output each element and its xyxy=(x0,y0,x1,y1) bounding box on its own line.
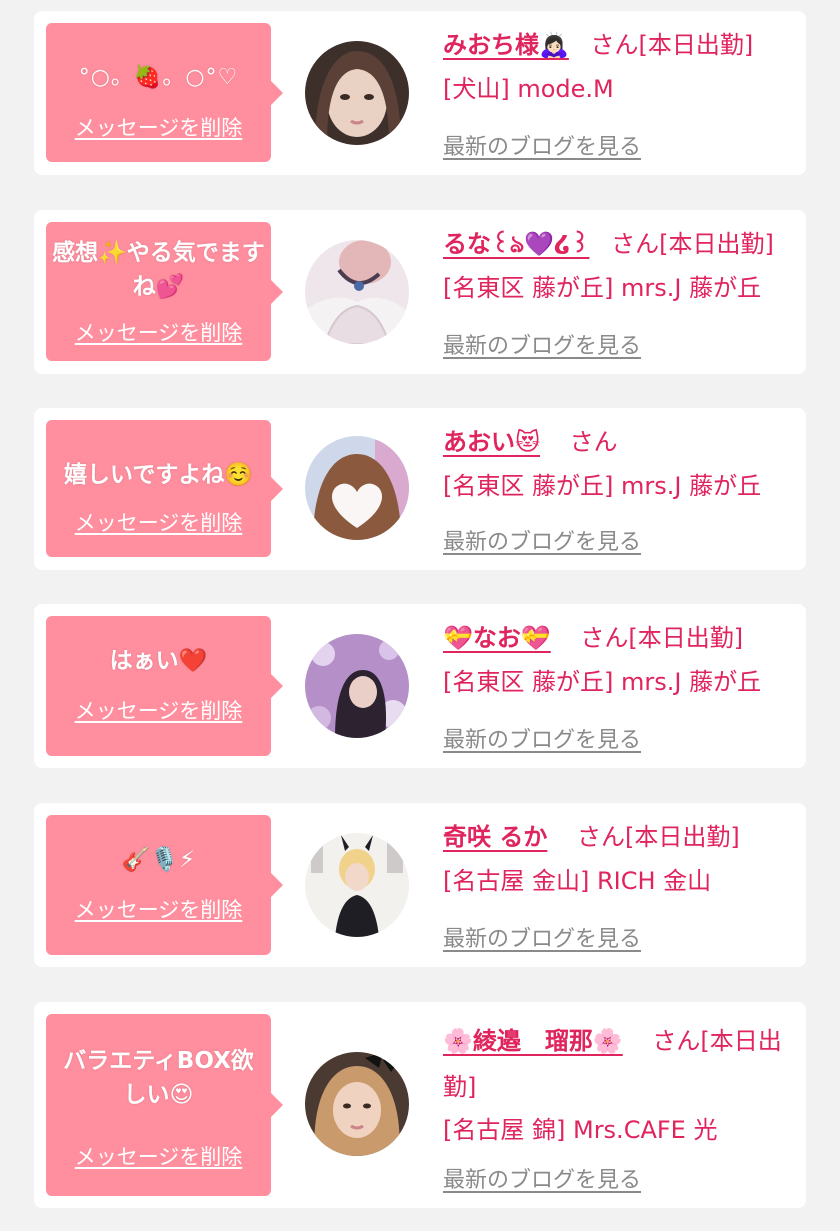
avatar[interactable] xyxy=(305,833,409,937)
delete-message-link[interactable]: メッセージを削除 xyxy=(46,1144,271,1170)
message-card: はぁい❤️ メッセージを削除 💝なお💝 さん[本日出勤] [名東区 藤が丘] m… xyxy=(34,604,806,768)
avatar[interactable] xyxy=(305,1052,409,1156)
latest-blog-link[interactable]: 最新のブログを見る xyxy=(443,1162,641,1194)
message-bubble: 嬉しいですよね☺️ メッセージを削除 xyxy=(46,420,283,557)
message-text: はぁい❤️ xyxy=(109,648,208,674)
girl-name-link[interactable]: 奇咲 るか xyxy=(443,823,547,851)
name-line: るな꒰ঌ💜໒꒱ さん[本日出勤] xyxy=(443,226,798,262)
delete-message-link[interactable]: メッセージを削除 xyxy=(46,510,271,536)
avatar[interactable] xyxy=(305,436,409,540)
message-card: 感想✨やる気でますね💕 メッセージを削除 るな꒰ঌ💜໒꒱ さん[本日出勤] [名… xyxy=(34,210,806,374)
avatar[interactable] xyxy=(305,240,409,344)
avatar[interactable] xyxy=(305,41,409,145)
shop-name: [名東区 藤が丘] mrs.J 藤が丘 xyxy=(443,668,762,696)
latest-blog-link[interactable]: 最新のブログを見る xyxy=(443,722,641,754)
latest-blog-link[interactable]: 最新のブログを見る xyxy=(443,921,641,953)
message-text: °○。🍓。○°♡ xyxy=(78,65,239,90)
message-card: 嬉しいですよね☺️ メッセージを削除 あおい😻 さん [名東区 藤が丘] mrs… xyxy=(34,408,806,570)
name-line: 🌸綾邉 瑠那🌸 さん[本日出勤] xyxy=(443,1018,798,1110)
delete-message-link[interactable]: メッセージを削除 xyxy=(46,897,271,923)
work-status: さん xyxy=(569,428,618,456)
girl-name-link[interactable]: 💝なお💝 xyxy=(443,624,551,652)
name-line: 💝なお💝 さん[本日出勤] xyxy=(443,620,798,656)
portrait-icon xyxy=(305,1052,409,1156)
delete-message-link[interactable]: メッセージを削除 xyxy=(46,115,271,141)
work-status: さん[本日出勤] xyxy=(577,823,740,851)
message-text: 🎸🎙️⚡ xyxy=(121,847,196,873)
message-bubble: 🎸🎙️⚡ メッセージを削除 xyxy=(46,815,283,955)
message-text: 嬉しいですよね☺️ xyxy=(64,462,253,488)
girl-info: 🌸綾邉 瑠那🌸 さん[本日出勤] [名古屋 錦] Mrs.CAFE 光 xyxy=(443,1018,798,1148)
shop-name: [名東区 藤が丘] mrs.J 藤が丘 xyxy=(443,274,762,302)
latest-blog-link[interactable]: 最新のブログを見る xyxy=(443,328,641,360)
delete-message-link[interactable]: メッセージを削除 xyxy=(46,320,271,346)
message-bubble: 感想✨やる気でますね💕 メッセージを削除 xyxy=(46,222,283,361)
delete-message-link[interactable]: メッセージを削除 xyxy=(46,698,271,724)
latest-blog-link[interactable]: 最新のブログを見る xyxy=(443,129,641,161)
portrait-icon xyxy=(305,634,409,738)
girl-info: 💝なお💝 さん[本日出勤] [名東区 藤が丘] mrs.J 藤が丘 xyxy=(443,620,798,700)
portrait-icon xyxy=(305,41,409,145)
portrait-icon xyxy=(305,833,409,937)
shop-name: [名古屋 金山] RICH 金山 xyxy=(443,867,712,895)
latest-blog-link[interactable]: 最新のブログを見る xyxy=(443,524,641,556)
name-line: 奇咲 るか さん[本日出勤] xyxy=(443,819,798,855)
girl-info: 奇咲 るか さん[本日出勤] [名古屋 金山] RICH 金山 xyxy=(443,819,798,899)
avatar[interactable] xyxy=(305,634,409,738)
shop-name: [名古屋 錦] Mrs.CAFE 光 xyxy=(443,1116,718,1144)
girl-info: あおい😻 さん [名東区 藤が丘] mrs.J 藤が丘 xyxy=(443,424,798,504)
work-status: さん[本日出勤] xyxy=(580,624,744,652)
message-card: 🎸🎙️⚡ メッセージを削除 奇咲 るか さん[本日出勤] [名古屋 金山] RI… xyxy=(34,803,806,967)
girl-name-link[interactable]: みおち様🙇🏻‍♀️ xyxy=(443,31,569,59)
message-card: バラエティBOX欲しい😍 メッセージを削除 🌸綾邉 瑠那🌸 さん[本日出勤] [… xyxy=(34,1002,806,1208)
message-text: 感想✨やる気でますね💕 xyxy=(52,240,265,300)
shop-name: [名東区 藤が丘] mrs.J 藤が丘 xyxy=(443,472,762,500)
message-bubble: °○。🍓。○°♡ メッセージを削除 xyxy=(46,23,283,162)
name-line: あおい😻 さん xyxy=(443,424,798,460)
shop-name: [犬山] mode.M xyxy=(443,75,614,103)
name-line: みおち様🙇🏻‍♀️ さん[本日出勤] xyxy=(443,27,798,63)
message-card: °○。🍓。○°♡ メッセージを削除 みおち様🙇🏻‍♀️ さん[本日出勤] [犬山… xyxy=(34,11,806,175)
message-text: バラエティBOX欲しい😍 xyxy=(63,1048,254,1108)
girl-name-link[interactable]: るな꒰ঌ💜໒꒱ xyxy=(443,230,589,258)
girl-info: みおち様🙇🏻‍♀️ さん[本日出勤] [犬山] mode.M xyxy=(443,27,798,107)
message-bubble: バラエティBOX欲しい😍 メッセージを削除 xyxy=(46,1014,283,1196)
girl-info: るな꒰ঌ💜໒꒱ さん[本日出勤] [名東区 藤が丘] mrs.J 藤が丘 xyxy=(443,226,798,306)
portrait-icon xyxy=(305,240,409,344)
work-status: さん[本日出勤] xyxy=(611,230,774,258)
work-status: さん[本日出勤] xyxy=(590,31,754,59)
portrait-icon xyxy=(305,436,409,540)
message-bubble: はぁい❤️ メッセージを削除 xyxy=(46,616,283,756)
girl-name-link[interactable]: あおい😻 xyxy=(443,428,540,456)
girl-name-link[interactable]: 🌸綾邉 瑠那🌸 xyxy=(443,1027,623,1055)
